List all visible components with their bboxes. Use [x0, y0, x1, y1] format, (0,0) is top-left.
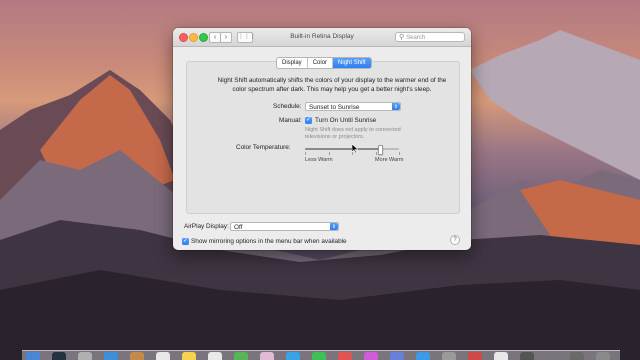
help-button[interactable]: ?: [450, 235, 460, 245]
downloads-dock-icon[interactable]: [570, 352, 584, 360]
airplay-select[interactable]: Off ⇕: [230, 222, 339, 231]
schedule-label: Schedule:: [273, 103, 302, 110]
slider-fill: [305, 148, 381, 150]
maps-dock-icon[interactable]: [234, 352, 248, 360]
tab-night-shift[interactable]: Night Shift: [333, 58, 371, 68]
app-dock-icon[interactable]: [468, 352, 482, 360]
night-shift-panel: Night Shift automatically shifts the col…: [186, 61, 460, 214]
airplay-value: Off: [234, 224, 243, 231]
slider-tick: [399, 152, 400, 155]
search-icon: ⚲: [399, 33, 405, 41]
help-icon: ?: [453, 237, 457, 243]
manual-checkbox-label: Turn On Until Sunrise: [315, 117, 377, 124]
preferences-dock-icon[interactable]: [442, 352, 456, 360]
manual-checkbox[interactable]: ✓: [305, 117, 312, 124]
less-warm-label: Less Warm: [305, 157, 333, 163]
safari-dock-icon[interactable]: [104, 352, 118, 360]
podcasts-dock-icon[interactable]: [364, 352, 378, 360]
launchpad-dock-icon[interactable]: [52, 352, 66, 360]
slider-tick: [305, 152, 306, 155]
mirroring-checkbox[interactable]: ✓: [182, 238, 189, 245]
dock: [22, 350, 620, 360]
notes-dock-icon[interactable]: [182, 352, 196, 360]
checkmark-icon: ✓: [182, 238, 189, 244]
app-dock-icon[interactable]: [520, 352, 534, 360]
updown-arrows-icon: ⇕: [330, 223, 338, 230]
system-preferences-dock-icon[interactable]: [78, 352, 92, 360]
tab-color[interactable]: Color: [308, 58, 334, 68]
facetime-dock-icon[interactable]: [312, 352, 326, 360]
trash-dock-icon[interactable]: [596, 352, 610, 360]
photos-dock-icon[interactable]: [260, 352, 274, 360]
app-store-dock-icon[interactable]: [416, 352, 430, 360]
more-warm-label: More Warm: [375, 157, 404, 163]
search-input[interactable]: ⚲ Search: [395, 31, 465, 42]
tab-bar: Display Color Night Shift: [276, 57, 372, 69]
ibooks-dock-icon[interactable]: [390, 352, 404, 360]
manual-label: Manual:: [279, 117, 302, 124]
checkmark-icon: ✓: [305, 117, 312, 123]
messages-dock-icon[interactable]: [286, 352, 300, 360]
tab-display[interactable]: Display: [277, 58, 308, 68]
manual-note: Night Shift does not apply to connected …: [305, 127, 401, 140]
search-placeholder: Search: [406, 34, 426, 41]
updown-arrows-icon: ⇕: [392, 103, 400, 110]
slider-tick: [328, 152, 329, 155]
color-temperature-label: Color Temperature:: [236, 144, 291, 151]
finder-dock-icon[interactable]: [26, 352, 40, 360]
night-shift-description: Night Shift automatically shifts the col…: [217, 77, 447, 93]
airplay-label: AirPlay Display:: [184, 223, 229, 230]
itunes-dock-icon[interactable]: [338, 352, 352, 360]
title-bar: ‹ › ⋮⋮⋮ Built-in Retina Display ⚲ Search: [173, 28, 471, 47]
calendar-dock-icon[interactable]: [156, 352, 170, 360]
mirroring-label: Show mirroring options in the menu bar w…: [191, 238, 347, 245]
schedule-select[interactable]: Sunset to Sunrise ⇕: [305, 102, 401, 111]
reminders-dock-icon[interactable]: [208, 352, 222, 360]
mouse-pointer-icon: [352, 144, 358, 153]
contacts-dock-icon[interactable]: [130, 352, 144, 360]
schedule-value: Sunset to Sunrise: [309, 104, 360, 111]
app-dock-icon[interactable]: [494, 352, 508, 360]
slider-tick: [375, 152, 376, 155]
preferences-window: ‹ › ⋮⋮⋮ Built-in Retina Display ⚲ Search …: [173, 28, 471, 250]
